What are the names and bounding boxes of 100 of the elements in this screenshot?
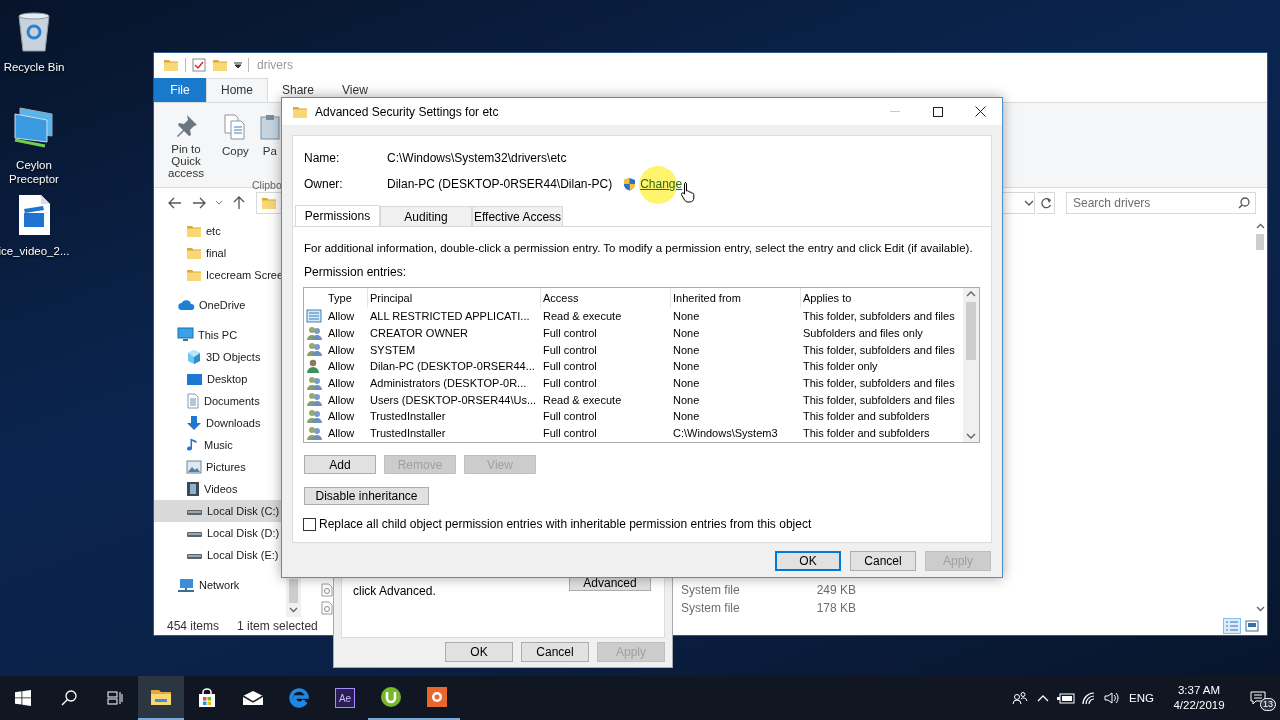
table-cell-text: None bbox=[672, 360, 701, 373]
dialog-button[interactable]: Cancel bbox=[850, 551, 916, 571]
table-cell-text: Read & execute bbox=[542, 393, 623, 406]
scrollbar[interactable] bbox=[963, 288, 979, 442]
people-icon bbox=[1011, 691, 1028, 705]
table-cell-text: Full control bbox=[542, 343, 598, 356]
checkbox[interactable] bbox=[303, 517, 316, 531]
dialog-button[interactable]: OK bbox=[445, 642, 513, 662]
table-cell-text: Allow bbox=[327, 410, 356, 423]
table-cell-text: ALL RESTRICTED APPLICATI... bbox=[369, 310, 531, 323]
refresh-button[interactable] bbox=[1037, 191, 1055, 214]
folder-icon bbox=[163, 58, 179, 73]
nav-item[interactable]: OneDrive bbox=[154, 293, 282, 316]
ribbon-command[interactable]: Pin to Quick access bbox=[160, 112, 212, 179]
envelope-icon bbox=[242, 690, 264, 706]
chevron-up-icon bbox=[966, 290, 976, 298]
nav-item[interactable]: Network bbox=[154, 573, 282, 596]
notification-button[interactable]: 13 bbox=[1236, 676, 1280, 720]
ribbon-tab[interactable]: View bbox=[328, 77, 382, 102]
desktop-icon-label[interactable]: Recycle Bin bbox=[3, 60, 65, 74]
hand-cursor-icon bbox=[680, 181, 697, 203]
ribbon-tab[interactable]: File bbox=[154, 77, 206, 102]
file-type-cell-text: System file bbox=[681, 601, 741, 616]
video-file-icon bbox=[17, 194, 51, 236]
object-path: C:\Windows\System32\drivers\etc bbox=[387, 151, 567, 165]
table-cell-text: Subfolders and files only bbox=[802, 327, 924, 340]
ribbon-tab[interactable]: Home bbox=[206, 77, 268, 102]
nav-item[interactable]: Local Disk (D:) bbox=[154, 521, 282, 544]
disable-inheritance-button[interactable]: Disable inheritance bbox=[304, 487, 429, 505]
thumbnail-view-button[interactable] bbox=[1243, 618, 1261, 634]
desktop-icon-label[interactable]: ice_video_2... bbox=[0, 244, 70, 258]
entry-button[interactable]: Add bbox=[304, 455, 376, 474]
folder-icon bbox=[186, 223, 202, 238]
field-label: Owner: bbox=[304, 177, 344, 191]
nav-item[interactable]: Music bbox=[154, 433, 282, 456]
desktop-icon-label[interactable]: Ceylon Preceptor bbox=[0, 158, 68, 186]
table-cell-text: This folder, subfolders and files bbox=[802, 377, 956, 390]
field-label: Name: bbox=[304, 151, 341, 165]
ribbon-command[interactable]: Pa bbox=[258, 112, 281, 179]
nav-item[interactable]: Local Disk (C:) bbox=[154, 499, 282, 522]
table-cell-text: Full control bbox=[542, 360, 598, 373]
table-cell-text: None bbox=[672, 343, 701, 356]
column-header[interactable]: Type bbox=[326, 288, 368, 308]
table-cell-text: Full control bbox=[542, 377, 598, 390]
chevron-down-icon bbox=[966, 432, 976, 440]
shield-icon bbox=[623, 177, 637, 191]
nav-item[interactable]: Pictures bbox=[154, 455, 282, 478]
nav-item[interactable]: Documents bbox=[154, 389, 282, 412]
window-title: drivers bbox=[257, 58, 293, 73]
nav-item[interactable]: Desktop bbox=[154, 367, 282, 390]
nav-item[interactable]: Videos bbox=[154, 477, 282, 500]
help-text: click Advanced. bbox=[353, 584, 436, 598]
nav-item[interactable]: etc bbox=[154, 219, 282, 242]
search-field[interactable]: Search drivers bbox=[1066, 191, 1256, 214]
scrollbar-thumb[interactable] bbox=[1256, 233, 1264, 250]
table-cell-text: Administrators (DESKTOP-0R... bbox=[369, 377, 528, 390]
nav-item[interactable]: This PC bbox=[154, 323, 282, 346]
table-cell-text: Full control bbox=[542, 427, 598, 440]
scrollbar-thumb[interactable] bbox=[289, 579, 298, 604]
table-cell-text: None bbox=[672, 393, 701, 406]
nav-item[interactable]: final bbox=[154, 241, 282, 264]
ribbon-command[interactable]: Copy bbox=[222, 112, 249, 179]
taskbar-button[interactable] bbox=[138, 676, 184, 720]
language-button[interactable]: ENG bbox=[1123, 692, 1162, 704]
table-cell-text: Allow bbox=[327, 377, 356, 390]
tab[interactable]: Permissions bbox=[295, 205, 380, 226]
tab[interactable]: Auditing bbox=[380, 206, 472, 226]
nav-item[interactable]: 3D Objects bbox=[154, 345, 282, 368]
table-cell-text: Dilan-PC (DESKTOP-0RSER44... bbox=[369, 360, 536, 373]
ribbon-tab[interactable]: Share bbox=[268, 77, 329, 102]
table-cell-text: Allow bbox=[327, 427, 356, 440]
shopping-bag-icon bbox=[197, 688, 217, 708]
users-icon bbox=[306, 325, 323, 341]
taskbar-button[interactable]: Ae bbox=[322, 676, 368, 720]
dialog-button[interactable]: Cancel bbox=[521, 642, 589, 662]
up-arrow-icon bbox=[233, 195, 245, 210]
table-cell-text: None bbox=[672, 410, 701, 423]
tab[interactable]: Effective Access bbox=[472, 206, 563, 226]
table-cell-text: Users (DESKTOP-0RSER44\Us... bbox=[369, 393, 538, 406]
column-header[interactable]: Principal bbox=[368, 288, 541, 308]
nav-item[interactable]: Downloads bbox=[154, 411, 282, 434]
nav-item[interactable]: Local Disk (E:) bbox=[154, 543, 282, 566]
wifi-icon bbox=[1080, 691, 1097, 705]
users-icon bbox=[306, 342, 323, 358]
checkbox-label[interactable]: Replace all child object permission entries with inheritable permission entries from this object bbox=[319, 517, 812, 531]
folder-icon bbox=[261, 195, 277, 210]
selection-status: 1 item selected bbox=[237, 619, 318, 633]
start-icon bbox=[15, 690, 31, 706]
music-note-icon bbox=[186, 436, 200, 453]
notification-count: 13 bbox=[1260, 698, 1276, 711]
folder-icon bbox=[292, 104, 308, 119]
section-label: Permission entries: bbox=[303, 264, 408, 280]
dialog-button[interactable]: OK bbox=[775, 551, 841, 571]
clock[interactable]: 3:37 AM 4/22/2019 bbox=[1162, 683, 1236, 713]
column-header[interactable]: Inherited from bbox=[671, 288, 801, 308]
chevron-down-icon bbox=[215, 199, 223, 206]
folder-icon bbox=[186, 245, 202, 260]
app-icon bbox=[380, 686, 402, 708]
column-header[interactable]: Access bbox=[541, 288, 671, 308]
scrollbar-thumb[interactable] bbox=[966, 302, 976, 360]
